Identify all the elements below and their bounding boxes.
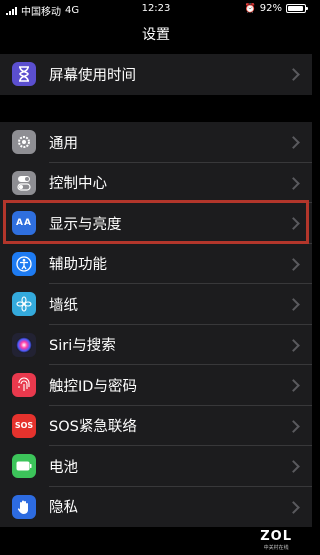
chevron-right-icon: [287, 136, 300, 150]
settings-item-accessibility[interactable]: 辅助功能: [0, 244, 312, 284]
settings-item-label: 触控ID与密码: [49, 378, 137, 395]
siri-icon: [12, 332, 36, 357]
status-time: 12:23: [141, 3, 171, 14]
settings-item-label: Siri与搜索: [49, 338, 116, 355]
settings-item-battery[interactable]: 电池: [0, 446, 312, 487]
chevron-right-icon: [287, 338, 300, 352]
settings-item-label: 通用: [49, 135, 78, 152]
battery-icon: [12, 454, 36, 479]
battery-icon: [286, 4, 308, 13]
settings-item-control-center[interactable]: 控制中心: [0, 163, 312, 203]
alarm-icon: ⏰: [244, 3, 256, 14]
settings-item-emergency-sos[interactable]: SOS SOS紧急联络: [0, 406, 312, 446]
chevron-right-icon: [287, 500, 300, 514]
settings-item-label: 屏幕使用时间: [49, 67, 136, 84]
chevron-right-icon: [287, 257, 300, 271]
watermark-sub: 中关村在线: [263, 545, 289, 551]
settings-item-screen-time[interactable]: 屏幕使用时间: [0, 54, 312, 95]
toggles-icon: [12, 170, 36, 195]
hand-icon: [12, 494, 36, 519]
settings-item-general[interactable]: 通用: [0, 122, 312, 163]
settings-item-siri-search[interactable]: Siri与搜索: [0, 325, 312, 365]
settings-item-label: 隐私: [49, 500, 78, 517]
settings-item-label: 墙纸: [49, 297, 78, 314]
flower-icon: [12, 292, 36, 317]
chevron-right-icon: [287, 176, 300, 190]
settings-item-label: 电池: [49, 459, 78, 476]
watermark-logo: ZOL 中关村在线: [260, 529, 292, 551]
settings-item-label: SOS紧急联络: [49, 419, 137, 436]
chevron-right-icon: [287, 298, 300, 312]
page-title: 设置: [142, 27, 170, 43]
status-bar: 中国移动 4G 12:23 ⏰ 92%: [0, 0, 312, 18]
settings-item-touch-id-passcode[interactable]: 触控ID与密码: [0, 365, 312, 406]
chevron-right-icon: [287, 419, 300, 433]
screen-time-group: 屏幕使用时间: [0, 54, 312, 95]
settings-item-privacy[interactable]: 隐私: [0, 487, 312, 528]
gear-icon: [12, 130, 36, 155]
fingerprint-icon: [12, 373, 36, 398]
watermark-brand: ZOL: [260, 529, 292, 544]
highlight-box: [3, 200, 309, 244]
sos-icon: SOS: [12, 413, 36, 438]
accessibility-icon: [12, 251, 36, 276]
settings-item-label: 辅助功能: [49, 257, 107, 274]
chevron-right-icon: [287, 460, 300, 474]
chevron-right-icon: [287, 68, 300, 82]
settings-item-label: 控制中心: [49, 176, 107, 193]
hourglass-icon: [12, 62, 36, 87]
settings-item-wallpaper[interactable]: 墙纸: [0, 284, 312, 325]
battery-percent: 92%: [259, 3, 282, 14]
settings-group: 通用 控制中心 AA 显示与亮度 辅助功能 墙纸 Siri与搜索 触控ID与密码…: [0, 122, 312, 527]
chevron-right-icon: [287, 379, 300, 393]
